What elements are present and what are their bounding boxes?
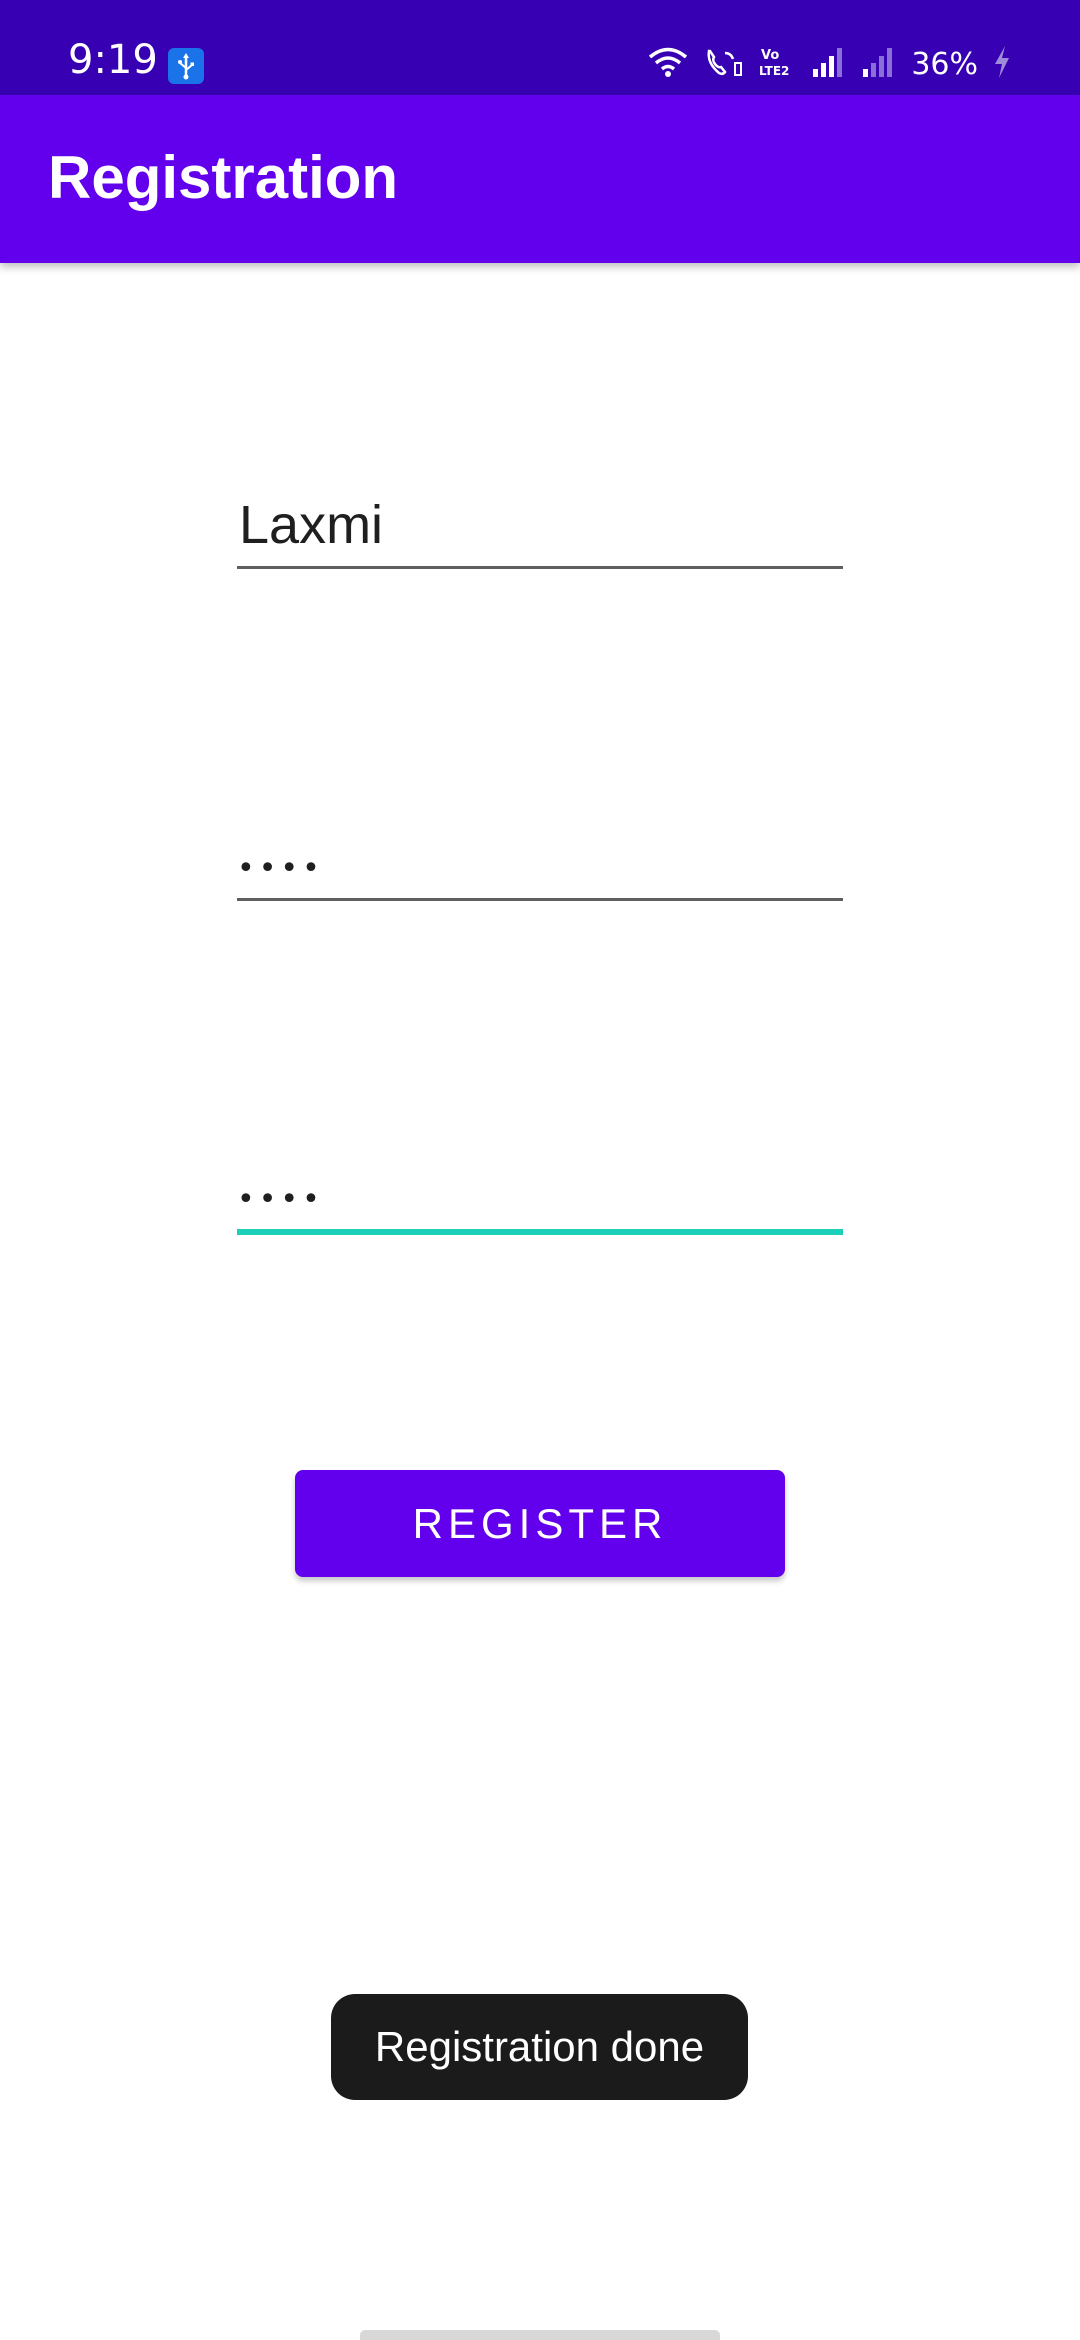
wifi-icon xyxy=(647,45,689,84)
password-field[interactable]: •••• xyxy=(237,830,843,904)
gesture-nav-handle[interactable] xyxy=(360,2330,720,2340)
usb-icon xyxy=(168,48,204,84)
charging-icon xyxy=(992,45,1012,84)
confirm-password-input[interactable]: •••• xyxy=(237,1161,843,1231)
page-title: Registration xyxy=(48,144,399,211)
username-input[interactable]: Laxmi xyxy=(237,498,843,568)
toast-message: Registration done xyxy=(331,1994,748,2100)
username-field[interactable]: Laxmi xyxy=(237,498,843,572)
confirm-password-underline xyxy=(237,1229,843,1235)
status-time: 9:19 xyxy=(68,37,158,83)
battery-percentage: 36% xyxy=(911,46,978,82)
svg-text:LTE2: LTE2 xyxy=(759,64,789,78)
password-underline xyxy=(237,898,843,901)
status-icons: Vo LTE2 36% xyxy=(647,44,1012,84)
registration-screen: 9:19 Vo LTE2 36% Registration Laxmi ••••… xyxy=(0,0,1080,2340)
password-input[interactable]: •••• xyxy=(237,830,843,900)
signal-weak-icon xyxy=(861,45,897,84)
register-button[interactable]: REGISTER xyxy=(295,1470,785,1577)
svg-text:Vo: Vo xyxy=(761,48,779,63)
status-bar: 9:19 Vo LTE2 36% xyxy=(0,0,1080,95)
volte-icon: Vo LTE2 xyxy=(759,45,797,84)
username-underline xyxy=(237,566,843,569)
wifi-calling-icon xyxy=(703,45,745,84)
app-bar: Registration xyxy=(0,95,1080,263)
confirm-password-field[interactable]: •••• xyxy=(237,1161,843,1237)
signal-icon xyxy=(811,45,847,84)
